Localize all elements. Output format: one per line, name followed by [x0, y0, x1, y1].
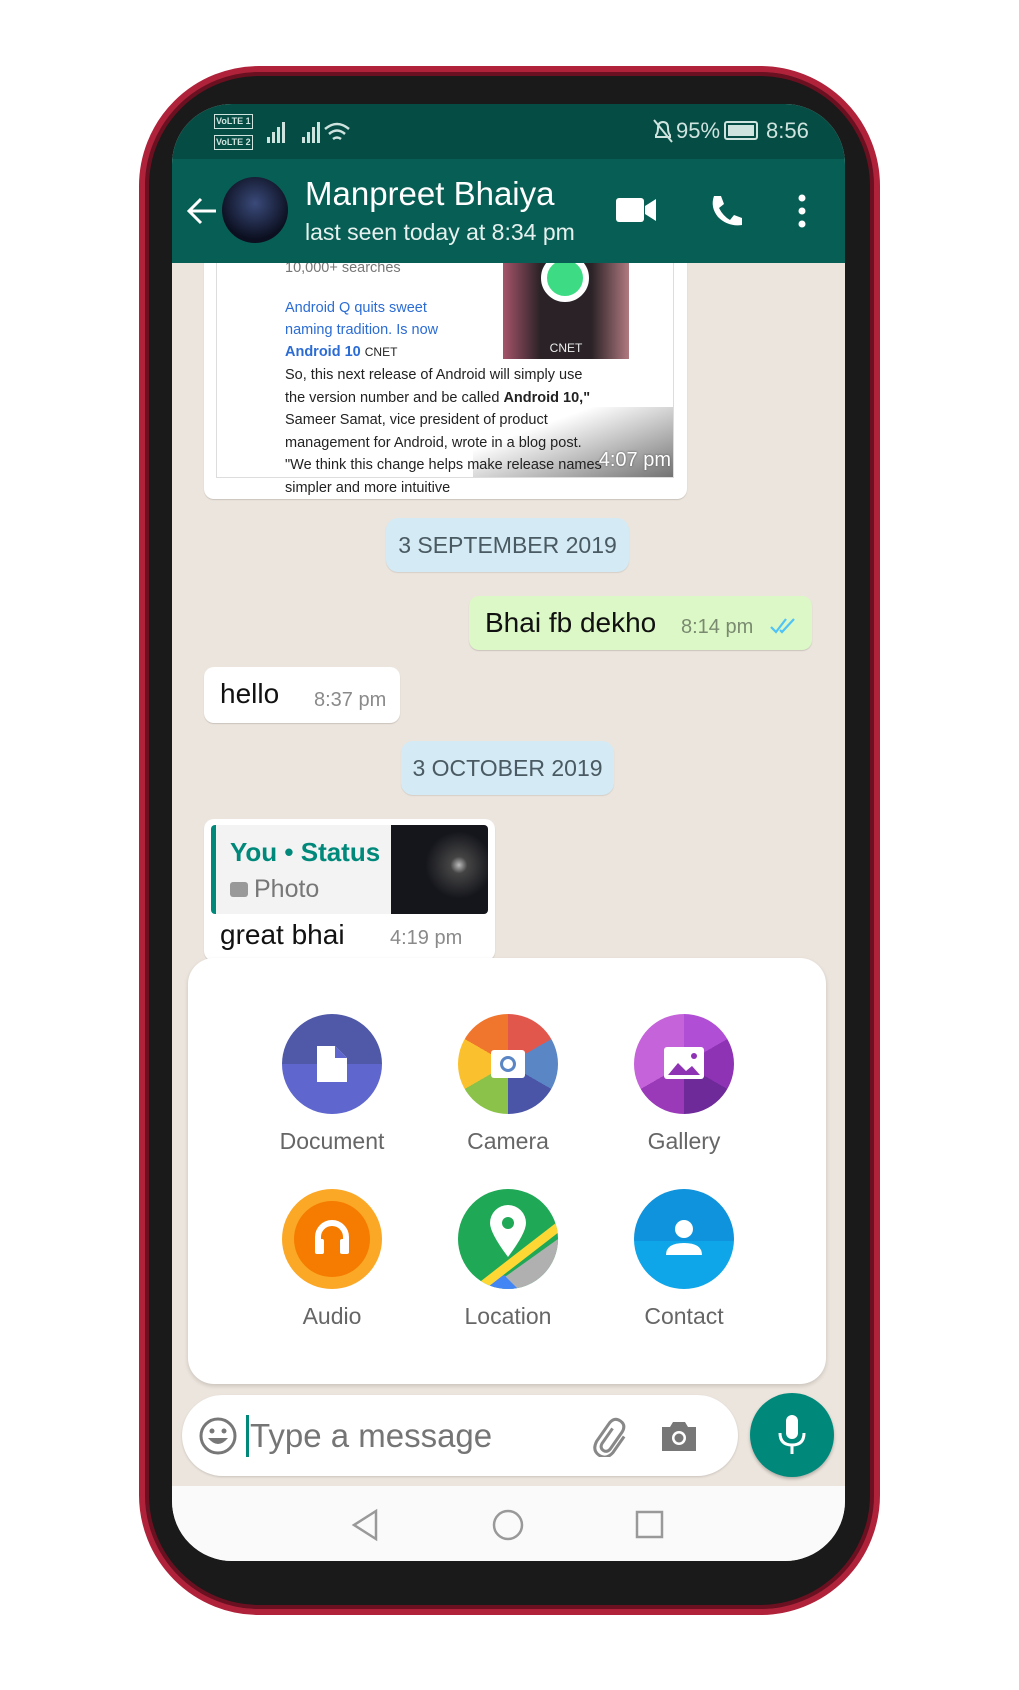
- message-time: 8:14 pm: [681, 616, 754, 638]
- link-preview-message[interactable]: 10,000+ searches Android Q quits sweet n…: [204, 243, 687, 499]
- attach-audio[interactable]: Audio: [252, 1189, 412, 1330]
- status-reply-message[interactable]: You • Status Photo great bhai 4:19 pm: [204, 819, 495, 961]
- camera-icon: [458, 1014, 558, 1114]
- contact-person-icon: [634, 1189, 734, 1289]
- message-time: 8:37 pm: [314, 689, 387, 711]
- document-icon: [282, 1014, 382, 1114]
- battery-percent: 95%: [676, 118, 721, 143]
- voice-record-button[interactable]: [750, 1393, 834, 1477]
- status-thumbnail: [391, 825, 488, 914]
- message-composer: [182, 1395, 738, 1476]
- paperclip-icon[interactable]: [590, 1417, 630, 1457]
- last-seen-status: last seen today at 8:34 pm: [305, 219, 575, 245]
- received-message[interactable]: hello 8:37 pm: [204, 667, 400, 723]
- message-time: 4:07 pm: [598, 449, 671, 471]
- mute-bell-icon: [653, 119, 673, 143]
- attachment-panel: Document Camera Gallery Audio Location C…: [188, 958, 826, 1384]
- date-divider: 3 SEPTEMBER 2019: [386, 518, 629, 572]
- back-arrow-icon[interactable]: [186, 196, 218, 226]
- back-nav-icon[interactable]: [350, 1508, 380, 1542]
- recents-nav-icon[interactable]: [635, 1510, 665, 1540]
- message-input[interactable]: [250, 1411, 550, 1461]
- read-ticks-icon: [770, 618, 795, 634]
- navigation-bar: [172, 1486, 845, 1561]
- attach-document[interactable]: Document: [252, 1014, 412, 1155]
- more-options-icon[interactable]: [796, 193, 808, 229]
- clock: 8:56: [766, 118, 809, 143]
- attach-contact[interactable]: Contact: [604, 1189, 764, 1330]
- camera-small-icon: [230, 882, 248, 897]
- home-nav-icon[interactable]: [491, 1508, 525, 1542]
- attach-gallery[interactable]: Gallery: [604, 1014, 764, 1155]
- camera-icon[interactable]: [660, 1419, 698, 1453]
- date-divider: 3 OCTOBER 2019: [401, 741, 614, 795]
- sent-message[interactable]: Bhai fb dekho 8:14 pm: [469, 596, 812, 650]
- attach-location[interactable]: Location: [428, 1189, 588, 1330]
- location-pin-icon: [458, 1189, 558, 1289]
- link-preview-image: 10,000+ searches Android Q quits sweet n…: [216, 243, 674, 496]
- chat-header: Manpreet Bhaiya last seen today at 8:34 …: [172, 159, 845, 263]
- screen: VoLTE 1 VoLTE 2 95% 8:56 Manpreet Bhaiya …: [172, 104, 845, 1561]
- attach-camera[interactable]: Camera: [428, 1014, 588, 1155]
- message-time: 4:19 pm: [390, 927, 463, 949]
- headphones-icon: [282, 1189, 382, 1289]
- voice-call-icon[interactable]: [708, 193, 744, 229]
- microphone-icon: [778, 1415, 806, 1454]
- battery-icon: [724, 121, 758, 140]
- contact-name[interactable]: Manpreet Bhaiya: [305, 175, 554, 213]
- gallery-icon: [634, 1014, 734, 1114]
- video-call-icon[interactable]: [616, 196, 658, 224]
- status-bar: VoLTE 1 VoLTE 2 95% 8:56: [172, 104, 845, 159]
- text-cursor: [246, 1415, 249, 1457]
- volte-icon: VoLTE 1 VoLTE 2: [214, 114, 253, 150]
- quoted-status[interactable]: You • Status Photo: [211, 825, 488, 914]
- signal-wifi-icon: [267, 122, 350, 143]
- avatar[interactable]: [222, 177, 288, 243]
- emoji-icon[interactable]: [198, 1416, 238, 1456]
